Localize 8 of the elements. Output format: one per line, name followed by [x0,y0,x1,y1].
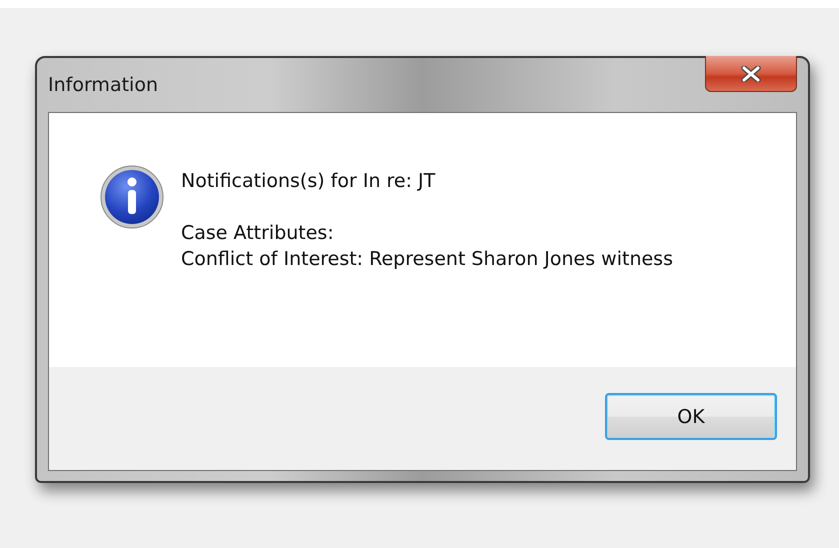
message-text: Conflict of Interest: Represent Sharon Jones witness [181,247,673,272]
ok-button[interactable]: OK [605,393,777,440]
close-button[interactable] [705,56,797,92]
info-icon [100,165,164,229]
message-text: Notifications(s) for In re: JT [181,169,436,194]
message-text: Case Attributes: [181,221,335,246]
window-title: Information [48,74,158,96]
close-icon [740,66,762,82]
